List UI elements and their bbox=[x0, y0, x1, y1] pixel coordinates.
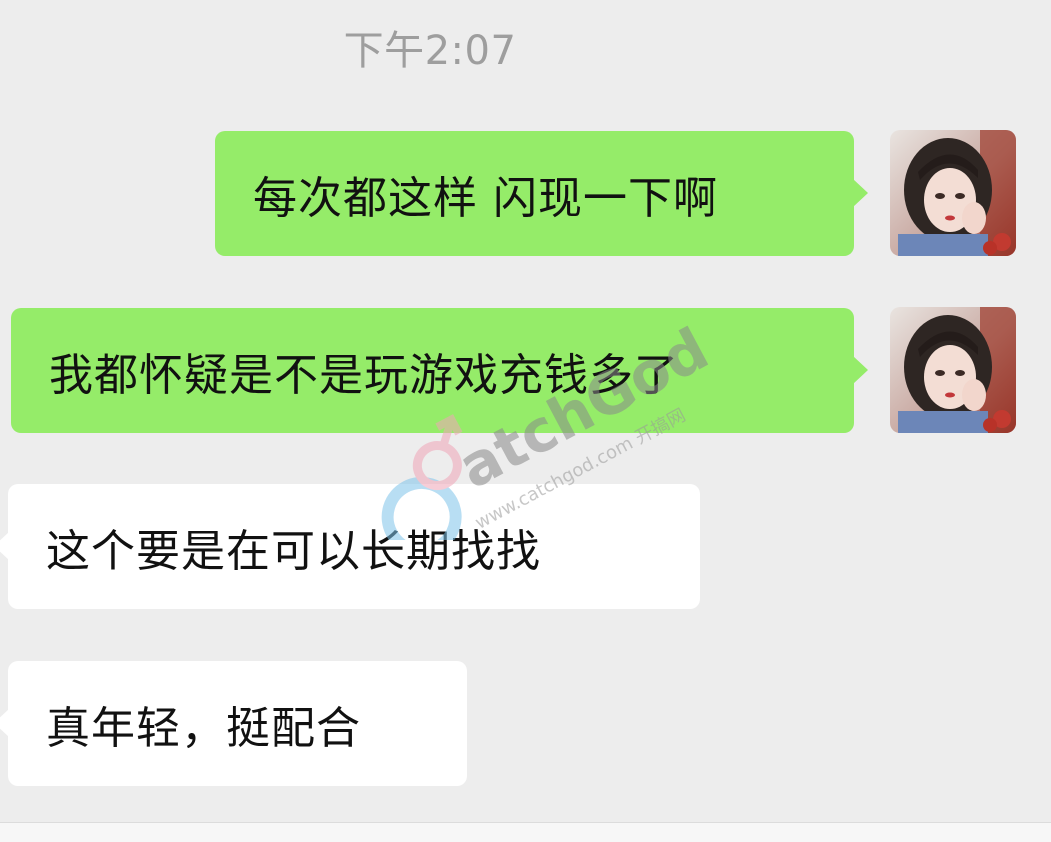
incoming-message-bubble[interactable]: 这个要是在可以长期找找 bbox=[0, 484, 700, 609]
message-timestamp: 下午2:07 bbox=[343, 28, 517, 74]
avatar-photo bbox=[890, 307, 1016, 433]
input-bar-edge bbox=[0, 822, 1051, 842]
message-text: 每次都这样 闪现一下啊 bbox=[253, 172, 718, 224]
message-text: 真年轻，挺配合 bbox=[46, 702, 361, 754]
avatar-photo bbox=[890, 130, 1016, 256]
chat-area[interactable]: 下午2:07 每次都这样 闪现一下啊 我都怀疑是不是玩游戏充钱多了 这个要是在可… bbox=[0, 0, 1051, 822]
incoming-message-bubble[interactable]: 真年轻，挺配合 bbox=[0, 661, 467, 786]
outgoing-message-bubble[interactable]: 每次都这样 闪现一下啊 bbox=[215, 131, 868, 256]
message-text: 我都怀疑是不是玩游戏充钱多了 bbox=[49, 349, 679, 401]
message-text: 这个要是在可以长期找找 bbox=[46, 525, 541, 577]
user-avatar[interactable] bbox=[890, 130, 1016, 256]
outgoing-message-bubble[interactable]: 我都怀疑是不是玩游戏充钱多了 bbox=[11, 308, 868, 433]
user-avatar[interactable] bbox=[890, 307, 1016, 433]
